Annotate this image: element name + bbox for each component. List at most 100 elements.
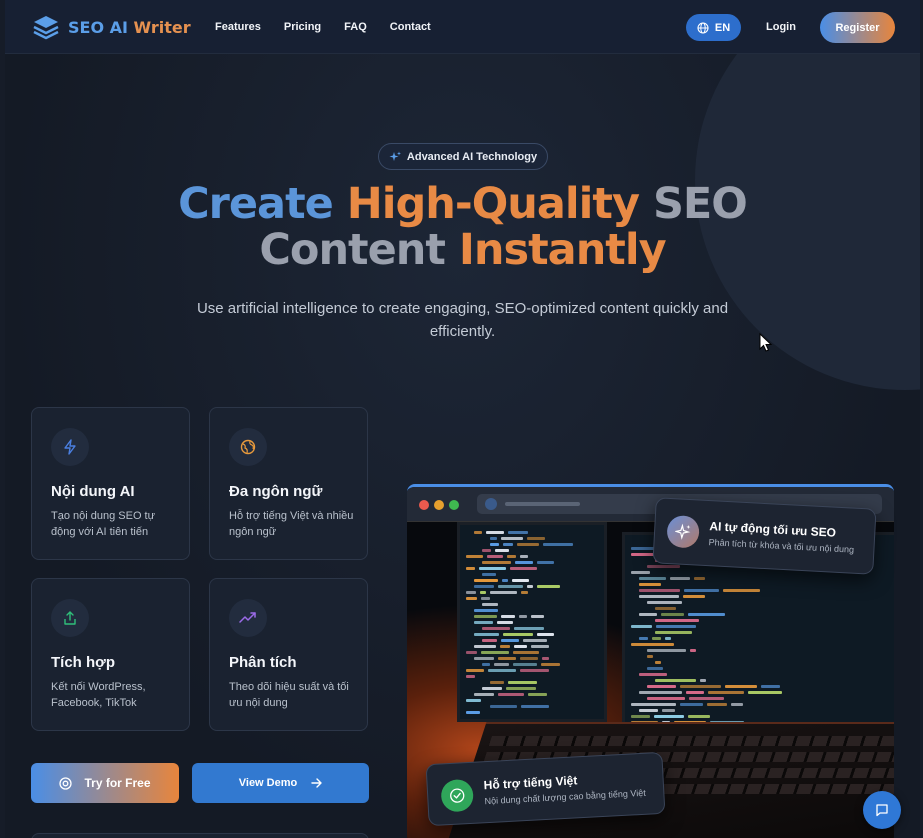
- logo-text-primary: SEO AI: [68, 17, 134, 37]
- headline-word-instantly: Instantly: [458, 225, 667, 275]
- sparkle-icon: [674, 523, 691, 540]
- nav-links: Features Pricing FAQ Contact: [215, 0, 431, 54]
- nav-link-contact[interactable]: Contact: [390, 21, 431, 33]
- feature-card-integration[interactable]: Tích hợp Kết nối WordPress, Facebook, Ti…: [31, 578, 190, 731]
- code-line: [495, 549, 509, 552]
- code-line: [482, 549, 491, 552]
- code-line: [655, 607, 676, 610]
- code-line: [513, 651, 539, 654]
- window-minimize-dot: [434, 500, 444, 510]
- arrow-right-icon: [311, 778, 322, 788]
- feature-card-analytics[interactable]: Phân tích Theo dõi hiệu suất và tối ưu n…: [209, 578, 368, 731]
- code-line: [474, 621, 493, 624]
- code-line: [670, 577, 690, 580]
- layers-icon: [33, 16, 59, 40]
- code-line: [537, 633, 554, 636]
- code-line: [655, 679, 696, 682]
- code-line: [700, 679, 706, 682]
- code-line: [498, 693, 524, 696]
- code-line: [656, 625, 696, 628]
- feature-icon-wrapper: [51, 599, 89, 637]
- code-line: [486, 531, 504, 534]
- login-link[interactable]: Login: [766, 21, 796, 33]
- feature-card-multilingual[interactable]: Đa ngôn ngữ Hỗ trợ tiếng Việt và nhiều n…: [209, 407, 368, 560]
- url-favicon: [485, 498, 497, 510]
- nav-link-features[interactable]: Features: [215, 21, 261, 33]
- headline-word-seo: SEO: [638, 179, 748, 229]
- code-line: [707, 703, 727, 706]
- code-line: [639, 589, 680, 592]
- code-line: [508, 681, 537, 684]
- hero-badge: Advanced AI Technology: [378, 143, 548, 170]
- code-line: [466, 669, 484, 672]
- code-line: [514, 627, 544, 630]
- code-line: [497, 621, 513, 624]
- code-line: [466, 591, 476, 594]
- url-placeholder: [505, 502, 580, 506]
- code-line: [490, 591, 517, 594]
- code-line: [494, 663, 509, 666]
- code-line: [639, 673, 667, 676]
- code-line: [507, 555, 516, 558]
- code-line: [542, 657, 549, 660]
- nav-link-pricing[interactable]: Pricing: [284, 21, 321, 33]
- code-line: [647, 685, 676, 688]
- hero-subtitle: Use artificial intelligence to create en…: [196, 300, 729, 340]
- code-line: [528, 693, 547, 696]
- feature-card-ai-content[interactable]: Nội dung AI Tạo nội dung SEO tự động với…: [31, 407, 190, 560]
- code-line: [520, 669, 549, 672]
- code-line: [498, 657, 516, 660]
- code-line: [639, 637, 648, 640]
- code-line: [503, 633, 533, 636]
- code-line: [487, 555, 503, 558]
- chat-button[interactable]: [863, 791, 901, 829]
- monitor-left: [457, 522, 607, 722]
- code-line: [647, 649, 686, 652]
- toast-subtitle: Phân tích từ khóa và tối ưu nội dung: [708, 537, 855, 555]
- code-line: [490, 681, 504, 684]
- logo-text-accent: Writer: [133, 17, 191, 37]
- feature-description: Hỗ trợ tiếng Việt và nhiều ngôn ngữ: [229, 510, 354, 538]
- register-button[interactable]: Register: [820, 12, 895, 43]
- code-line: [652, 637, 661, 640]
- code-line: [531, 645, 549, 648]
- code-line: [466, 651, 477, 654]
- code-line: [520, 555, 528, 558]
- code-line: [725, 685, 757, 688]
- navbar: SEO AI Writer Features Pricing FAQ Conta…: [5, 0, 920, 54]
- code-line: [481, 597, 490, 600]
- code-line: [690, 649, 696, 652]
- globe-icon: [240, 439, 256, 455]
- view-demo-button[interactable]: View Demo: [192, 763, 369, 803]
- code-line: [466, 555, 483, 558]
- language-button[interactable]: EN: [686, 14, 741, 41]
- sparkle-icon: [389, 151, 401, 161]
- code-line: [520, 657, 538, 660]
- code-line: [519, 615, 527, 618]
- code-line: [514, 645, 527, 648]
- code-line: [647, 697, 685, 700]
- code-line: [523, 639, 547, 642]
- code-line: [647, 601, 682, 604]
- code-line: [490, 537, 497, 540]
- headline-word-quality: High-Quality: [346, 179, 640, 229]
- code-line: [631, 625, 652, 628]
- feature-description: Theo dõi hiệu suất và tối ưu nội dung: [229, 681, 349, 709]
- code-line: [631, 703, 676, 706]
- logo[interactable]: SEO AI Writer: [32, 13, 191, 41]
- code-line: [531, 615, 544, 618]
- code-line: [474, 579, 498, 582]
- try-free-button[interactable]: Try for Free: [31, 763, 179, 803]
- code-line: [661, 613, 684, 616]
- code-line: [466, 699, 481, 702]
- code-line: [521, 705, 549, 708]
- code-line: [482, 627, 510, 630]
- language-label: EN: [714, 21, 731, 34]
- code-line: [474, 657, 494, 660]
- code-line: [490, 543, 499, 546]
- mouse-cursor-icon: [759, 333, 773, 352]
- feature-description: Kết nối WordPress, Facebook, TikTok: [51, 681, 146, 709]
- code-line: [639, 583, 661, 586]
- code-line: [466, 675, 475, 678]
- nav-link-faq[interactable]: FAQ: [344, 21, 367, 33]
